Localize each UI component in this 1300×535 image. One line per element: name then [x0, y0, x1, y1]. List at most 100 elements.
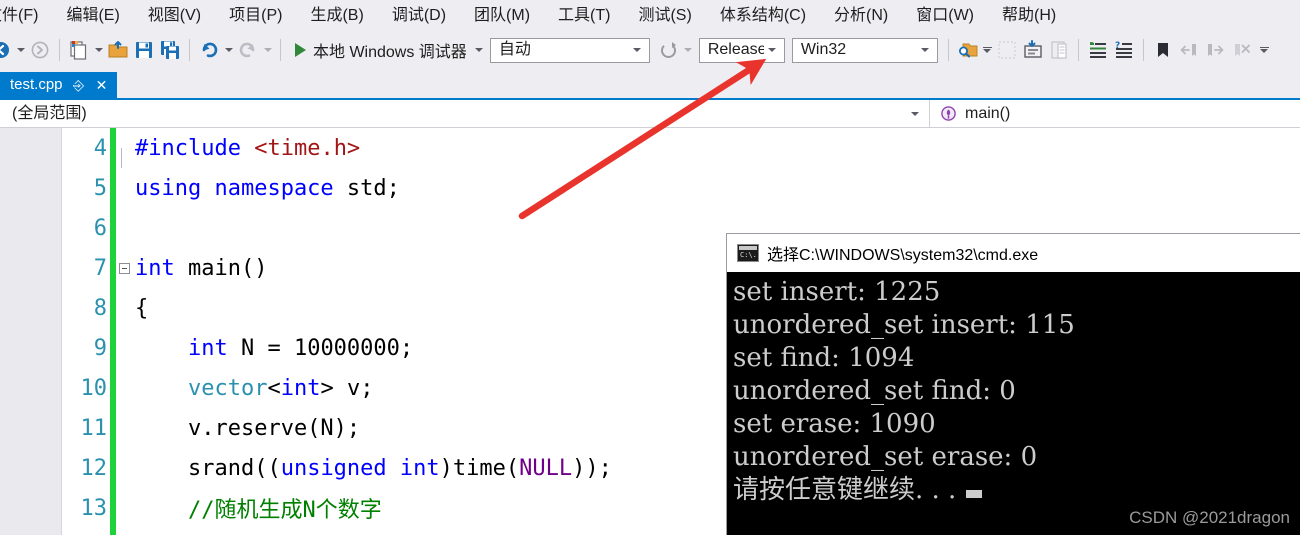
outlining-margin[interactable] [116, 408, 133, 448]
console-line: 请按任意键继续. . . [733, 474, 1300, 507]
menu-build[interactable]: 生成(B) [296, 2, 377, 30]
console-line: set erase: 1090 [733, 409, 936, 439]
close-icon[interactable]: ✕ [95, 78, 109, 92]
menu-analyze[interactable]: 分析(N) [820, 2, 902, 30]
menu-architecture[interactable]: 体系结构(C) [706, 2, 820, 30]
undo-dropdown-icon[interactable] [222, 38, 235, 62]
outlining-margin[interactable] [116, 528, 133, 535]
editor-indicator-margin [0, 128, 62, 535]
code-text: #include <time.h> [133, 136, 360, 161]
toolbar-separator [59, 39, 60, 61]
play-icon [295, 43, 306, 57]
next-bookmark-icon[interactable] [1202, 37, 1228, 63]
outlining-margin[interactable] [116, 328, 133, 368]
redo-dropdown-icon[interactable] [261, 38, 274, 62]
code-text: //随机生成N个数字 [133, 492, 382, 524]
debug-target-combobox[interactable]: 自动 [489, 37, 650, 63]
toolbar-overflow-icon[interactable] [1258, 38, 1271, 62]
code-line[interactable]: 4 #include <time.h> [63, 128, 1300, 168]
new-project-dropdown-icon[interactable] [92, 38, 105, 62]
open-file-icon[interactable] [105, 37, 131, 63]
code-token: main() [187, 255, 268, 281]
menu-file[interactable]: 文件(F) [0, 2, 52, 30]
properties-window-icon[interactable] [1046, 37, 1072, 63]
outlining-margin[interactable] [116, 488, 133, 528]
find-dropdown-icon[interactable] [981, 38, 994, 62]
console-title-text: 选择C:\WINDOWS\system32\cmd.exe [767, 247, 1039, 264]
code-text: using namespace std; [133, 176, 400, 201]
refresh-icon[interactable] [656, 37, 682, 63]
find-in-files-icon[interactable] [955, 37, 981, 63]
previous-bookmark-icon[interactable] [1176, 37, 1202, 63]
outlining-margin[interactable] [116, 288, 133, 328]
console-title-bar[interactable]: 选择C:\WINDOWS\system32\cmd.exe [727, 234, 1300, 272]
start-debugging-button[interactable]: 本地 Windows 调试器 [287, 35, 473, 65]
menu-debug[interactable]: 调试(D) [378, 2, 460, 30]
solution-platform-value: Win32 [800, 41, 847, 58]
outlining-margin[interactable] [116, 128, 133, 168]
code-token: int [280, 375, 321, 401]
uncomment-selection-icon[interactable]: ? [1111, 37, 1137, 63]
chevron-down-icon [629, 48, 645, 52]
navigate-back-dropdown-icon[interactable] [14, 38, 27, 62]
console-window[interactable]: 选择C:\WINDOWS\system32\cmd.exe set insert… [726, 233, 1300, 535]
undo-icon[interactable] [196, 37, 222, 63]
visual-studio-window: 文件(F) 编辑(E) 视图(V) 项目(P) 生成(B) 调试(D) 团队(M… [0, 0, 1300, 535]
outlining-margin[interactable] [116, 248, 133, 288]
menu-edit[interactable]: 编辑(E) [52, 2, 133, 30]
chevron-down-icon [764, 48, 780, 52]
new-project-icon[interactable] [66, 37, 92, 63]
menu-view[interactable]: 视图(V) [134, 2, 215, 30]
csdn-watermark: CSDN @2021dragon [1129, 508, 1290, 527]
outlining-margin[interactable] [116, 168, 133, 208]
code-text: int main() [133, 256, 267, 281]
console-line: set find: 1094 [733, 343, 915, 373]
code-token: v.reserve(N); [135, 415, 361, 441]
redo-icon[interactable] [235, 37, 261, 63]
line-number: 5 [93, 175, 107, 201]
navigate-forward-icon[interactable] [27, 37, 53, 63]
menu-help[interactable]: 帮助(H) [988, 2, 1070, 30]
toolbox-icon[interactable] [1020, 37, 1046, 63]
pin-icon[interactable]: ⎆ [72, 78, 86, 92]
outlining-margin[interactable] [116, 368, 133, 408]
bookmark-icon[interactable] [1150, 37, 1176, 63]
refresh-dropdown-icon[interactable] [682, 38, 695, 62]
menu-tools[interactable]: 工具(T) [544, 2, 624, 30]
toolbox-placeholder-icon[interactable] [994, 37, 1020, 63]
solution-platform-combobox[interactable]: Win32 [791, 37, 938, 63]
save-icon[interactable] [131, 37, 157, 63]
save-all-icon[interactable] [157, 37, 183, 63]
comment-selection-icon[interactable] [1085, 37, 1111, 63]
outlining-margin[interactable] [116, 448, 133, 488]
menu-project[interactable]: 项目(P) [215, 2, 296, 30]
cmd-icon [737, 244, 759, 262]
clear-bookmarks-icon[interactable] [1228, 37, 1254, 63]
tab-label: test.cpp [10, 76, 63, 93]
console-line: unordered_set insert: 115 [733, 310, 1075, 340]
start-debugging-dropdown-icon[interactable] [473, 38, 486, 62]
outlining-margin[interactable] [116, 208, 133, 248]
scope-combobox[interactable]: (全局范围) [0, 99, 930, 128]
navigate-back-icon[interactable] [0, 37, 14, 63]
tab-test-cpp[interactable]: test.cpp ⎆ ✕ [0, 72, 117, 98]
menu-test[interactable]: 测试(S) [624, 2, 705, 30]
menu-team[interactable]: 团队(M) [460, 2, 544, 30]
toolbar-separator [280, 39, 281, 61]
code-token: { [135, 295, 149, 321]
line-number: 12 [80, 455, 108, 481]
code-token: < [267, 375, 281, 401]
solution-configuration-combobox[interactable]: Release [698, 37, 785, 63]
code-token: NULL [519, 455, 573, 481]
code-token: using namespace [135, 175, 347, 201]
code-token: //随机生成N个数字 [135, 498, 382, 523]
toolbar-separator [1077, 39, 1079, 61]
code-token: N = 10000000; [240, 335, 414, 361]
outlining-guide [121, 148, 122, 168]
menu-window[interactable]: 窗口(W) [902, 2, 988, 30]
line-number: 7 [93, 255, 107, 281]
member-combobox[interactable]: main() [930, 100, 1300, 128]
collapse-icon[interactable] [119, 262, 130, 274]
chevron-down-icon [917, 48, 933, 52]
code-line[interactable]: 5 using namespace std; [63, 168, 1300, 208]
